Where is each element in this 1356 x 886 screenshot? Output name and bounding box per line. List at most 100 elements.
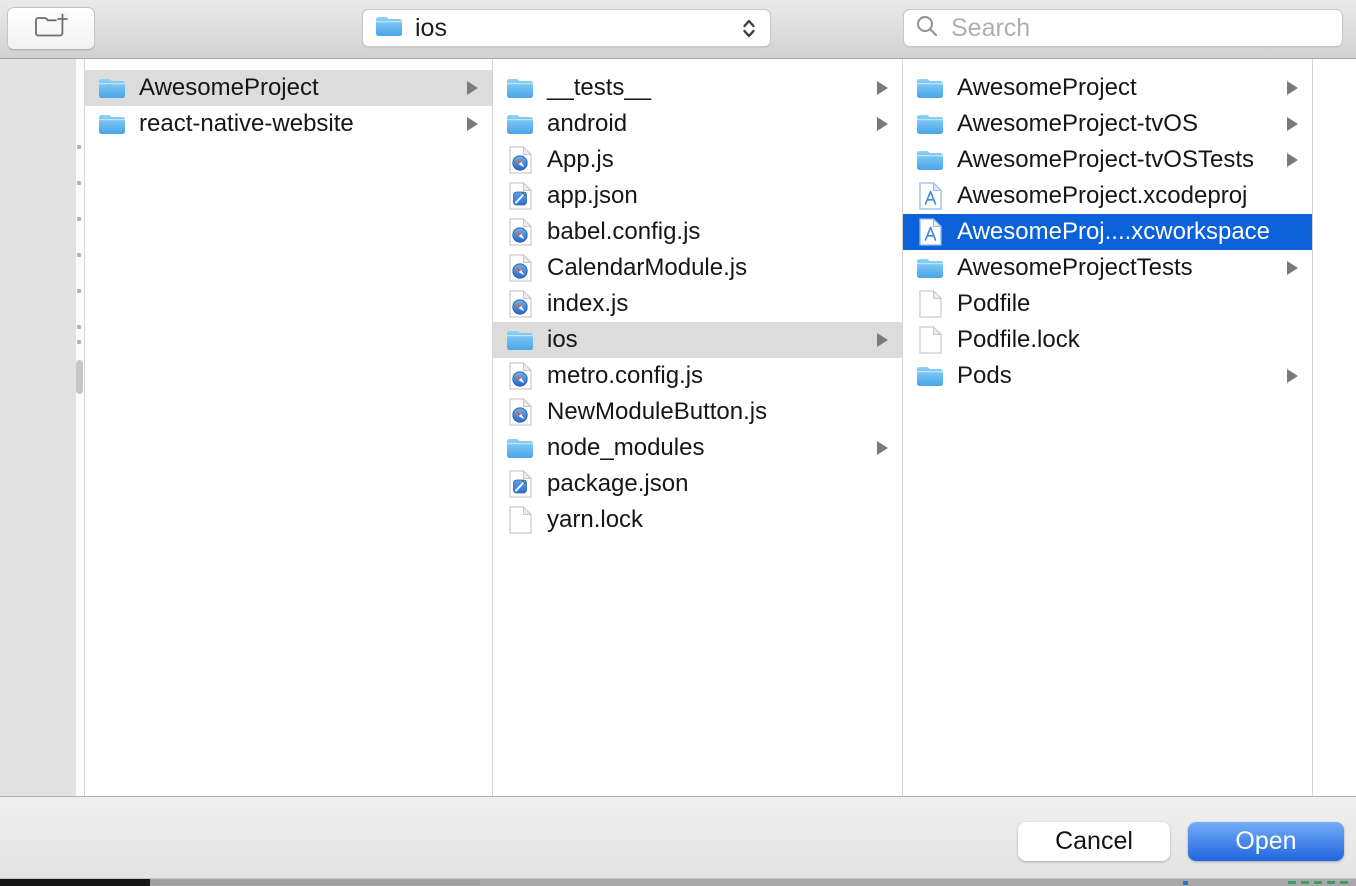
tick-mark [77,289,81,293]
strip-green-mark [1327,881,1335,884]
item-label: __tests__ [547,74,651,102]
file-column-1: AwesomeProject react-native-website [85,59,493,796]
tick-mark [77,181,81,185]
js-file-icon [505,145,535,175]
search-input[interactable] [949,13,1331,44]
js-file-icon [505,253,535,283]
strip-green-mark [1340,881,1348,884]
item-label: Podfile [957,290,1030,318]
folder-icon [915,253,945,283]
list-item[interactable]: __tests__ [493,70,902,106]
list-item[interactable]: package.json [493,466,902,502]
file-icon [915,325,945,355]
list-item[interactable]: AwesomeProject.xcodeproj [903,178,1312,214]
list-item[interactable]: AwesomeProject-tvOS [903,106,1312,142]
strip-blue-mark [1183,881,1188,885]
xcode-file-icon [915,181,945,211]
folder-icon [375,15,403,42]
tick-mark [77,325,81,329]
list-item[interactable]: index.js [493,286,902,322]
item-label: NewModuleButton.js [547,398,767,426]
list-item[interactable]: AwesomeProject [85,70,492,106]
js-file-icon [505,397,535,427]
background-window-strip [0,878,1356,886]
item-label: AwesomeProj....xcworkspace [957,218,1270,246]
item-label: AwesomeProject-tvOSTests [957,146,1254,174]
clipped-column [0,59,85,796]
item-label: AwesomeProjectTests [957,254,1193,282]
list-item[interactable]: App.js [493,142,902,178]
cancel-button[interactable]: Cancel [1018,822,1170,861]
list-item[interactable]: Pods [903,358,1312,394]
list-item[interactable]: AwesomeProj....xcworkspace [903,214,1312,250]
open-file-dialog: ios AwesomeProject react-native-website _… [0,0,1356,886]
list-item[interactable]: Podfile.lock [903,322,1312,358]
folder-icon [915,145,945,175]
file-icon [915,289,945,319]
file-column-3: AwesomeProject AwesomeProject-tvOS Awesome… [903,59,1313,796]
path-dropdown-value: ios [415,14,740,43]
item-label: babel.config.js [547,218,700,246]
list-item[interactable]: NewModuleButton.js [493,394,902,430]
folder-icon [505,433,535,463]
tick-mark [77,217,81,221]
js-file-icon [505,289,535,319]
strip-green-mark [1314,881,1322,884]
disclosure-arrow-icon [877,117,888,131]
item-label: android [547,110,627,138]
disclosure-arrow-icon [467,81,478,95]
new-folder-button[interactable] [7,7,95,50]
list-item[interactable]: metro.config.js [493,358,902,394]
json-file-icon [505,469,535,499]
list-item[interactable]: AwesomeProjectTests [903,250,1312,286]
item-label: ios [547,326,578,354]
path-dropdown[interactable]: ios [362,9,771,47]
new-folder-icon [33,13,69,44]
list-item[interactable]: node_modules [493,430,902,466]
disclosure-arrow-icon [1287,117,1298,131]
item-label: CalendarModule.js [547,254,747,282]
item-label: react-native-website [139,110,354,138]
folder-icon [915,73,945,103]
strip-green-mark [1288,881,1296,884]
footer: Cancel Open [0,797,1356,878]
folder-icon [915,361,945,391]
open-button[interactable]: Open [1188,822,1344,861]
item-label: index.js [547,290,628,318]
item-label: metro.config.js [547,362,703,390]
search-icon [915,14,939,43]
tick-mark [77,340,81,344]
disclosure-arrow-icon [877,81,888,95]
list-item[interactable]: CalendarModule.js [493,250,902,286]
list-item[interactable]: yarn.lock [493,502,902,538]
folder-icon [97,73,127,103]
strip-segment [150,880,480,885]
js-file-icon [505,361,535,391]
scrollbar-thumb[interactable] [76,360,83,394]
list-item[interactable]: Podfile [903,286,1312,322]
js-file-icon [505,217,535,247]
folder-icon [915,109,945,139]
item-label: node_modules [547,434,704,462]
item-label: AwesomeProject [139,74,319,102]
list-item[interactable]: AwesomeProject [903,70,1312,106]
search-field [903,9,1343,47]
list-item[interactable]: android [493,106,902,142]
strip-green-mark [1301,881,1309,884]
list-item[interactable]: AwesomeProject-tvOSTests [903,142,1312,178]
item-label: AwesomeProject-tvOS [957,110,1198,138]
list-item[interactable]: ios [493,322,902,358]
list-item[interactable]: babel.config.js [493,214,902,250]
list-item[interactable]: app.json [493,178,902,214]
folder-icon [505,109,535,139]
list-item[interactable]: react-native-website [85,106,492,142]
item-label: app.json [547,182,638,210]
item-label: yarn.lock [547,506,643,534]
toolbar: ios [0,0,1356,59]
empty-column-area [1313,59,1356,796]
strip-highlight [0,878,1356,879]
xcode-file-icon [915,217,945,247]
disclosure-arrow-icon [877,333,888,347]
column-browser: AwesomeProject react-native-website __tes… [0,59,1356,797]
disclosure-arrow-icon [1287,153,1298,167]
